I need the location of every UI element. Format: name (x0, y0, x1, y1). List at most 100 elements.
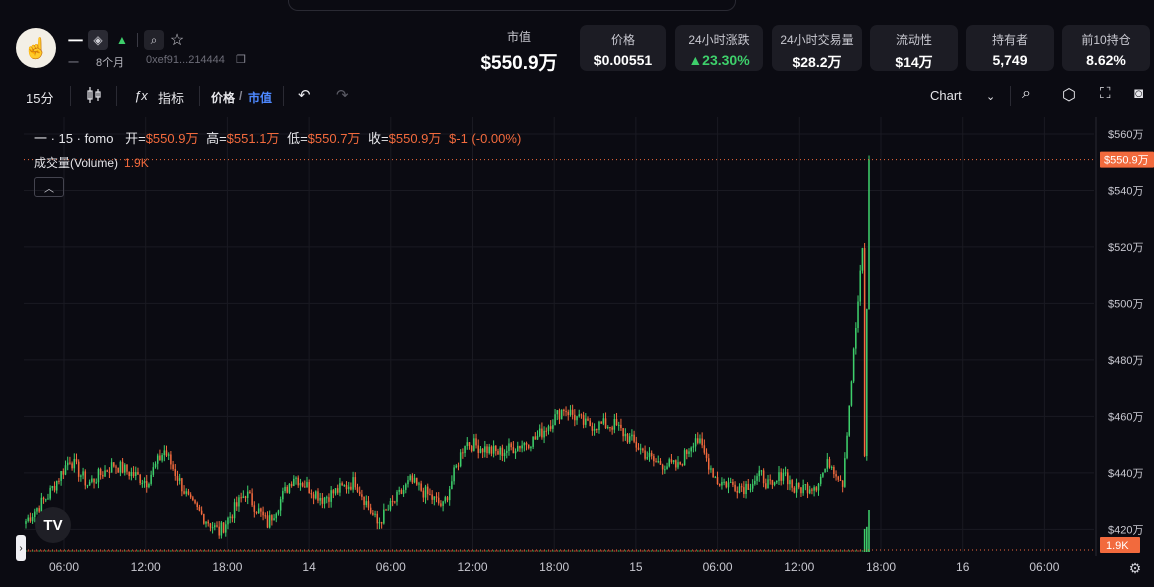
candle-body (143, 480, 146, 484)
candle-body (264, 515, 267, 517)
stat-label: 24小时交易量 (780, 33, 854, 47)
candle-body (527, 444, 530, 449)
candle-body (813, 487, 815, 491)
candle-body (648, 452, 651, 458)
volume-bar (589, 550, 591, 552)
candle-body (238, 497, 240, 507)
candle-body (315, 491, 317, 499)
candle-body (703, 445, 706, 453)
candle-body (631, 434, 633, 437)
candle-body (721, 482, 723, 486)
volume-bar (477, 550, 480, 552)
candle-body (574, 414, 576, 421)
volume-bar (257, 550, 260, 552)
stat-label: 持有者 (991, 33, 1028, 47)
zoom-icon[interactable]: ⌕ (1022, 85, 1031, 103)
candle-body (736, 490, 739, 493)
stat-value: $0.00551 (593, 52, 653, 68)
candle-body (499, 447, 501, 455)
token-age: 8个月 (96, 57, 125, 69)
volume-bar (613, 550, 616, 552)
candle-body (293, 478, 295, 487)
copy-icon[interactable]: ❐ (236, 53, 246, 66)
candle-body (615, 418, 618, 426)
candle-body (727, 482, 730, 488)
y-tick-label: $540万 (1108, 185, 1143, 197)
candle-body (51, 485, 54, 488)
volume-bar (710, 550, 712, 552)
candle-body (398, 490, 400, 492)
volume-bar (205, 550, 207, 552)
collapse-legend-button[interactable]: ︿ (34, 177, 64, 197)
candle-body (681, 464, 684, 466)
candle-body (374, 513, 376, 515)
redo-icon[interactable]: ↷ (336, 86, 349, 104)
candle-body (644, 450, 646, 459)
volume-bar (380, 550, 383, 552)
settings-icon[interactable]: ⬡ (1062, 85, 1076, 105)
mcap-toggle[interactable]: 市值 (248, 89, 272, 106)
volume-bar (501, 550, 504, 552)
camera-icon[interactable]: ◙ (1134, 85, 1143, 102)
legend-symbol: 一 · 15 · fomo (34, 131, 114, 146)
gear-icon[interactable]: ⚙ (1126, 559, 1144, 577)
candle-body (771, 480, 774, 485)
price-toggle[interactable]: 价格 (211, 89, 235, 106)
expand-sidebar-button[interactable]: › (16, 535, 26, 561)
market-cap: 市值 $550.9万 (474, 28, 564, 75)
token-address[interactable]: 0xef91...214444 (146, 54, 225, 66)
candle-body (334, 488, 337, 494)
candle-body (170, 454, 172, 465)
candle-body (86, 485, 89, 487)
candle-body (514, 451, 517, 454)
star-icon[interactable]: ☆ (167, 30, 187, 50)
volume-bar (433, 550, 436, 552)
candle-body (209, 523, 212, 528)
candle-body (341, 483, 343, 486)
volume-bar (866, 526, 868, 552)
volume-bar (569, 550, 572, 552)
candle-body (433, 496, 436, 500)
formula-icon[interactable]: ƒx (134, 88, 148, 103)
volume-bar (681, 550, 684, 552)
volume-bar (492, 550, 495, 552)
candle-body (273, 518, 275, 521)
price-chart[interactable]: $560万 $540万 $520万 $500万 $480万 $460万 $440万 $420万… (0, 115, 1154, 587)
candle-body (200, 510, 203, 515)
chain-icon[interactable]: ◈ (88, 30, 108, 50)
legend-high-label: 高= (206, 131, 227, 146)
volume-bar (44, 550, 47, 552)
candle-body (473, 438, 475, 451)
x-tick-label: 18:00 (539, 560, 569, 574)
undo-icon[interactable]: ↶ (298, 86, 311, 104)
candle-body (688, 451, 690, 454)
candle-body (121, 461, 124, 473)
chart-type-select[interactable]: Chart (930, 88, 962, 103)
fullscreen-icon[interactable]: ⛶ (1100, 85, 1111, 102)
volume-bar (422, 550, 425, 552)
indicators-button[interactable]: 指标 (158, 88, 184, 107)
stat-label: 流动性 (895, 33, 932, 47)
candle-body (622, 428, 624, 437)
candle-body (844, 458, 846, 487)
volume-bar (130, 550, 133, 552)
candle-body (325, 497, 328, 499)
candle-body (216, 525, 218, 527)
candles-icon[interactable] (86, 85, 102, 108)
candle-body (760, 470, 763, 472)
search-icon[interactable]: ⌕ (144, 30, 164, 50)
candle-body (696, 438, 699, 443)
volume-bar (453, 550, 455, 552)
candle-body (690, 447, 692, 452)
candle-body (710, 468, 712, 470)
candle-body (165, 450, 168, 456)
interval-button[interactable]: 15分 (26, 88, 53, 107)
chevron-down-icon[interactable]: ⌄ (986, 90, 995, 103)
candle-body (617, 424, 620, 426)
candle-body (626, 433, 629, 443)
candle-body (868, 159, 870, 310)
candle-body (411, 475, 414, 483)
launchpad-icon[interactable]: ▲ (112, 30, 132, 50)
candle-body (740, 486, 743, 488)
tradingview-logo[interactable]: TV (35, 507, 71, 543)
